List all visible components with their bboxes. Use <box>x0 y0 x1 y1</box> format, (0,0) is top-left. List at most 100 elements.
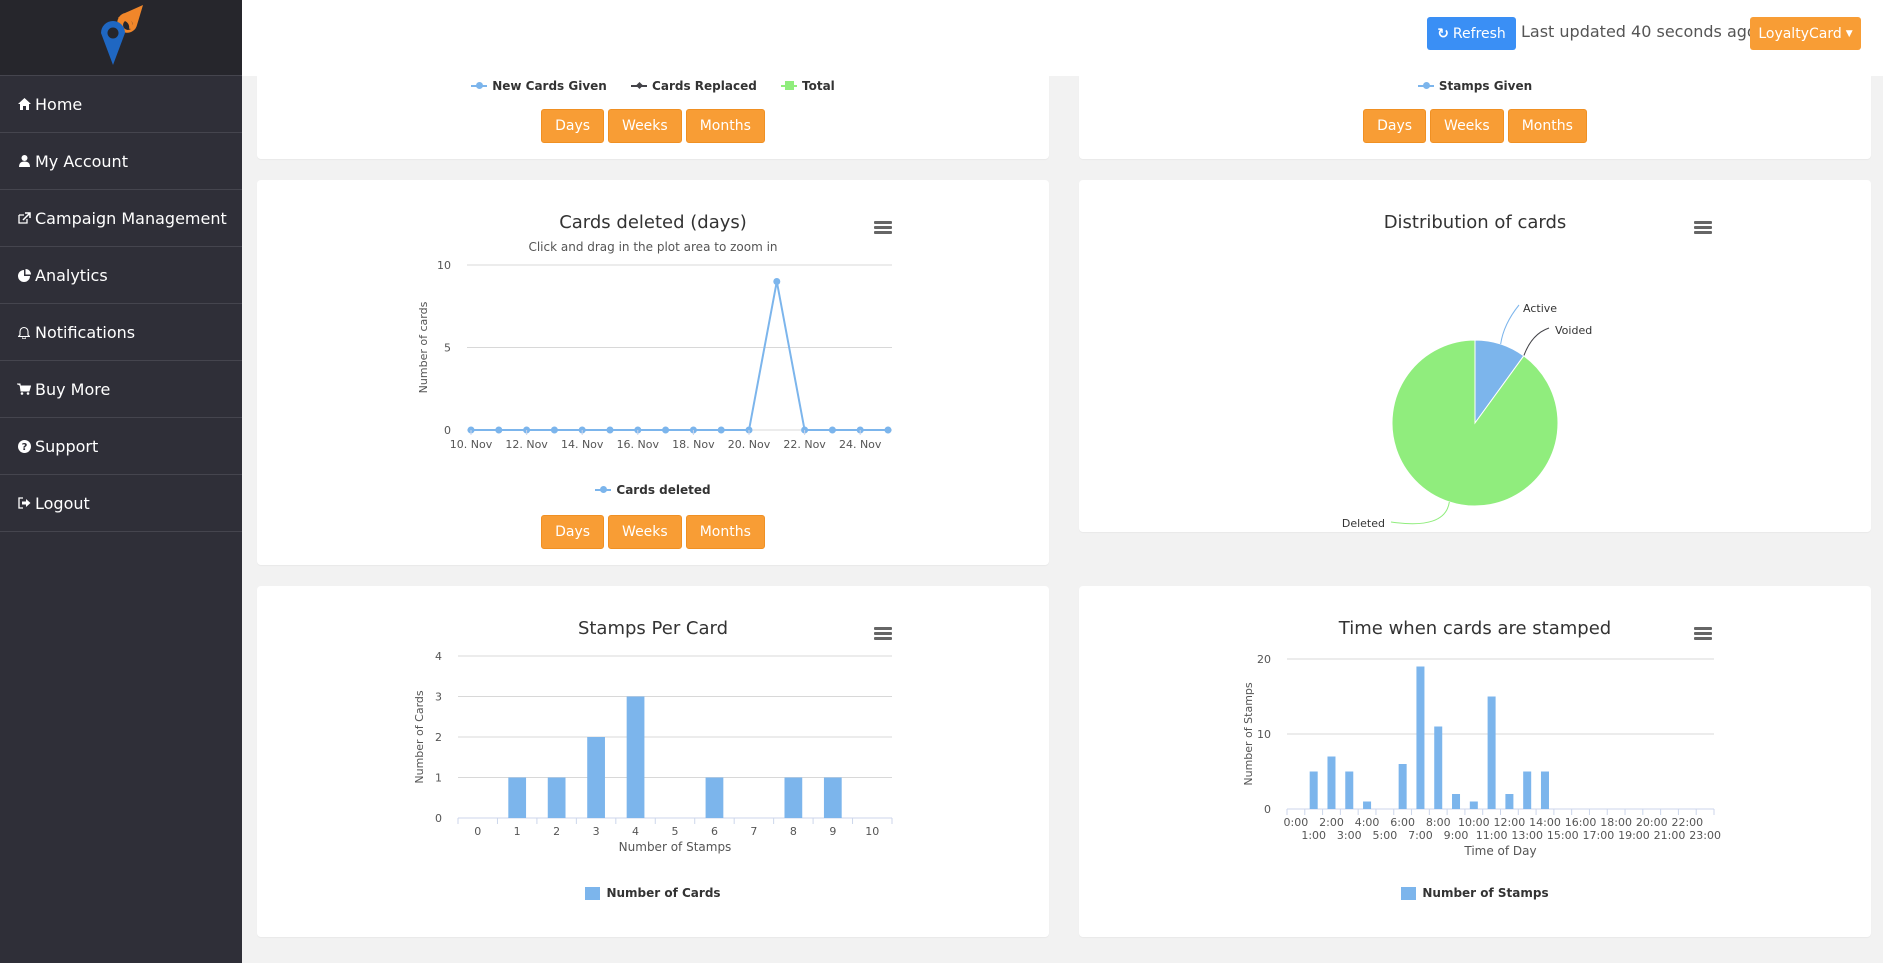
x-tick-label: 20:00 <box>1636 816 1668 829</box>
bar <box>1327 756 1336 809</box>
legend-item-cards-replaced[interactable]: Cards Replaced <box>631 79 757 93</box>
legend-marker-icon <box>471 82 488 89</box>
bar <box>1523 771 1532 809</box>
legend-item-new-cards[interactable]: New Cards Given <box>471 79 607 93</box>
caret-down-icon: ▼ <box>1845 28 1853 39</box>
chart-menu-icon[interactable] <box>874 627 892 641</box>
chart-legend: Number of Stamps <box>1079 886 1871 903</box>
legend-marker-icon <box>781 81 797 90</box>
sidebar: Home My Account Campaign Management Analyti… <box>0 0 242 963</box>
days-button[interactable]: Days <box>541 109 605 143</box>
data-point <box>884 426 892 434</box>
bar <box>1469 801 1478 809</box>
chart-title: Cards deleted (days) <box>559 212 747 233</box>
y-tick-label: 0 <box>1264 803 1271 816</box>
legend-label: Number of Stamps <box>1422 886 1549 900</box>
x-tick-label: 4:00 <box>1355 816 1380 829</box>
y-tick-label: 0 <box>435 812 442 825</box>
chart-menu-icon[interactable] <box>1694 627 1712 641</box>
data-point <box>773 278 781 285</box>
x-tick-label: 15:00 <box>1547 829 1579 842</box>
distribution-card: Distribution of cards Active Voided Delete… <box>1079 180 1871 532</box>
months-button[interactable]: Months <box>685 109 765 143</box>
x-tick-label: 14:00 <box>1529 816 1561 829</box>
months-button[interactable]: Months <box>1507 109 1587 143</box>
logo[interactable] <box>0 0 242 76</box>
legend-item-number-of-cards[interactable]: Number of Cards <box>585 886 721 900</box>
x-tick-label: 0:00 <box>1284 816 1309 829</box>
legend-label: Number of Cards <box>606 886 721 900</box>
sign-out-icon <box>17 497 31 509</box>
bar <box>508 777 527 818</box>
sidebar-item-home[interactable]: Home <box>0 76 242 133</box>
sidebar-item-buy-more[interactable]: Buy More <box>0 361 242 418</box>
x-tick-label: 6:00 <box>1390 816 1415 829</box>
refresh-icon: ↻ <box>1437 25 1449 42</box>
x-tick-label: 12:00 <box>1494 816 1526 829</box>
x-tick-label: 24. Nov <box>839 438 882 451</box>
x-tick-label: 16:00 <box>1565 816 1597 829</box>
y-tick-label: 1 <box>435 772 442 785</box>
x-tick-label: 0 <box>474 825 481 838</box>
months-button[interactable]: Months <box>685 515 765 549</box>
bell-icon <box>17 326 31 339</box>
sidebar-item-my-account[interactable]: My Account <box>0 133 242 190</box>
legend-marker-icon <box>631 85 648 87</box>
x-tick-label: 10. Nov <box>450 438 493 451</box>
legend-label: Cards Replaced <box>652 79 757 93</box>
sidebar-item-analytics[interactable]: Analytics <box>0 247 242 304</box>
legend-item-number-of-stamps[interactable]: Number of Stamps <box>1401 886 1549 900</box>
y-axis-title: Number of cards <box>417 301 430 393</box>
pie-label-deleted: Deleted <box>1342 517 1385 530</box>
weeks-button[interactable]: Weeks <box>608 109 682 143</box>
x-tick-label: 3 <box>593 825 600 838</box>
x-tick-label: 7:00 <box>1408 829 1433 842</box>
bar <box>1434 726 1443 809</box>
stamps-per-card-chart[interactable]: 0 1 2 3 4 Number of Cards 0 1 2 3 4 5 6 7 8 9 10 Number o… <box>257 641 1049 891</box>
sidebar-item-notifications[interactable]: Notifications <box>0 304 242 361</box>
cart-icon <box>17 383 31 395</box>
bar <box>1398 764 1407 809</box>
y-axis-title: Number of Cards <box>413 690 426 784</box>
y-tick-label: 2 <box>435 731 442 744</box>
x-tick-label: 13:00 <box>1511 829 1543 842</box>
data-point <box>662 426 670 434</box>
x-tick-label: 19:00 <box>1618 829 1650 842</box>
sidebar-item-label: Logout <box>35 493 90 513</box>
pie-connector <box>1390 501 1450 525</box>
chart-title: Stamps Per Card <box>577 618 729 639</box>
series-line <box>471 281 888 431</box>
bar <box>1309 771 1318 809</box>
pie-slice-deleted <box>1391 339 1559 507</box>
pie-label-active: Active <box>1523 302 1557 315</box>
chart-menu-icon[interactable] <box>874 221 892 235</box>
x-tick-label: 6 <box>711 825 718 838</box>
cards-given-card: New Cards Given Cards Replaced Total Day… <box>257 76 1049 159</box>
distribution-pie-chart[interactable]: Active Voided Deleted <box>1079 230 1871 530</box>
chart-legend: New Cards Given Cards Replaced Total <box>257 76 1049 93</box>
legend-marker-icon <box>1401 886 1417 900</box>
y-axis-title: Number of Stamps <box>1242 682 1255 786</box>
x-tick-label: 2:00 <box>1319 816 1344 829</box>
question-circle-icon: ? <box>17 439 31 453</box>
legend-item-cards-deleted[interactable]: Cards deleted <box>595 483 711 497</box>
legend-item-total[interactable]: Total <box>781 79 835 93</box>
x-tick-label: 9 <box>829 825 836 838</box>
sidebar-item-campaign-management[interactable]: Campaign Management <box>0 190 242 247</box>
x-axis-title: Time of Day <box>1463 844 1536 858</box>
x-tick-label: 22:00 <box>1671 816 1703 829</box>
app-selector-dropdown[interactable]: LoyaltyCard ▼ <box>1750 17 1861 50</box>
bar <box>1487 696 1496 809</box>
weeks-button[interactable]: Weeks <box>608 515 682 549</box>
legend-item-stamps-given[interactable]: Stamps Given <box>1417 79 1532 93</box>
time-stamped-chart[interactable]: 0 10 20 Number of Stamps 0:001:002:003:004:0… <box>1079 641 1871 891</box>
refresh-button[interactable]: ↻ Refresh <box>1427 17 1516 50</box>
x-tick-label: 3:00 <box>1337 829 1362 842</box>
sidebar-item-support[interactable]: ? Support <box>0 418 242 475</box>
sidebar-item-logout[interactable]: Logout <box>0 475 242 532</box>
weeks-button[interactable]: Weeks <box>1430 109 1504 143</box>
pie-connector <box>1500 304 1520 345</box>
y-tick-label: 3 <box>435 691 442 704</box>
days-button[interactable]: Days <box>1363 109 1427 143</box>
days-button[interactable]: Days <box>541 515 605 549</box>
